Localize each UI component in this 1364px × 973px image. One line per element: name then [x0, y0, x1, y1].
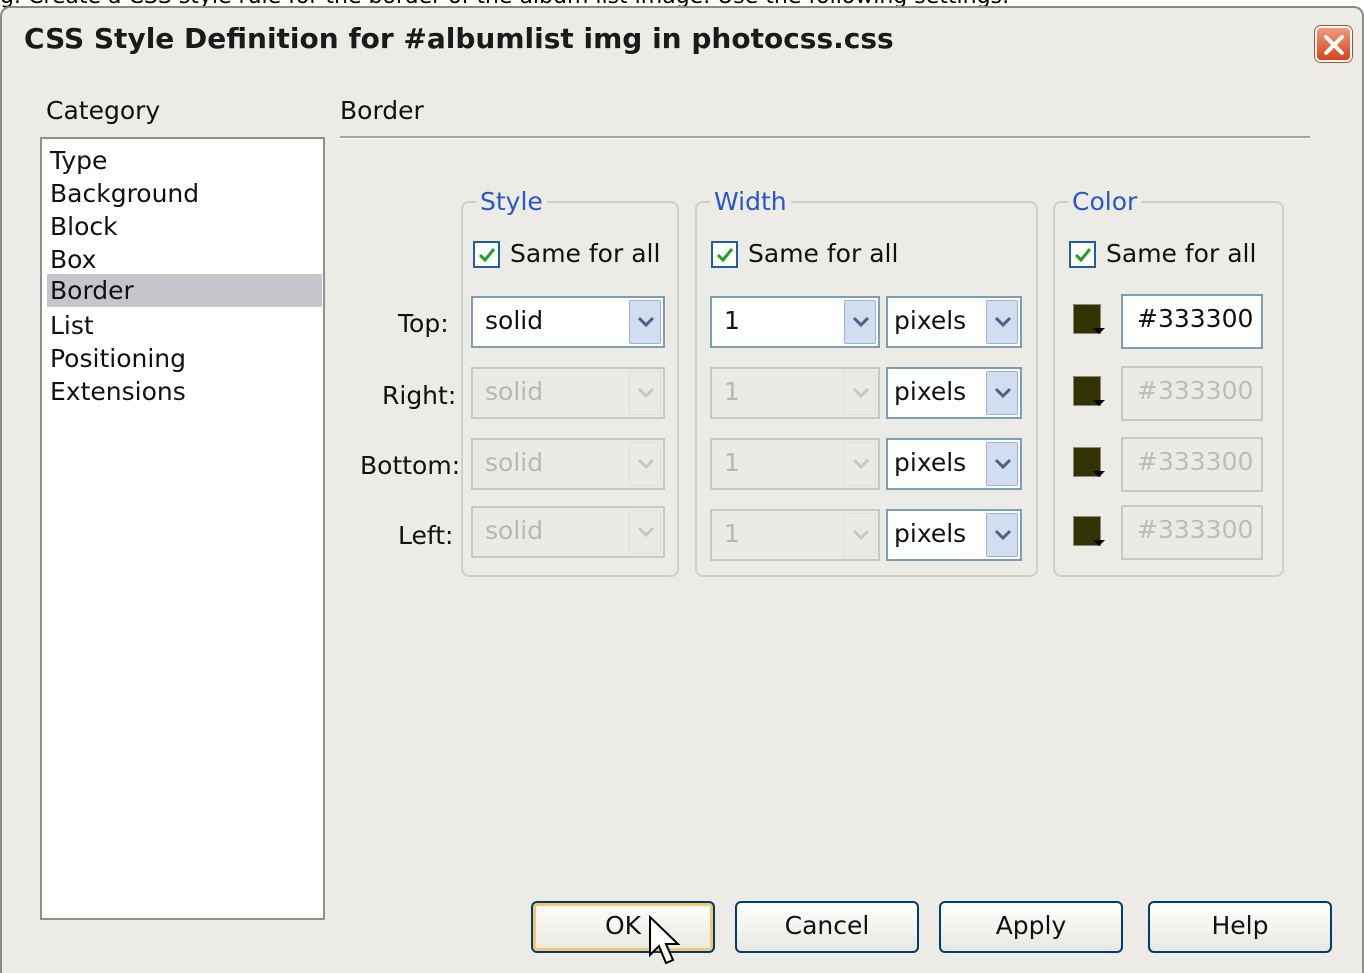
- chevron-down-icon: [629, 510, 661, 554]
- chevron-down-icon: [844, 442, 876, 486]
- style-top-value: solid: [485, 306, 544, 335]
- width-right-unit-select[interactable]: pixels: [886, 367, 1022, 419]
- category-item-border[interactable]: Border: [47, 274, 322, 307]
- cancel-button[interactable]: Cancel: [735, 901, 919, 953]
- chevron-down-icon[interactable]: [986, 300, 1018, 344]
- row-label-left: Left:: [398, 521, 454, 550]
- color-top-field[interactable]: #333300: [1121, 294, 1263, 349]
- chevron-down-icon: [629, 442, 661, 486]
- category-item-positioning[interactable]: Positioning: [47, 342, 322, 375]
- dialog-title: CSS Style Definition for #albumlist img …: [24, 22, 894, 55]
- width-left-unit-select[interactable]: pixels: [886, 509, 1022, 561]
- style-same-for-all-label: Same for all: [510, 239, 661, 268]
- width-bottom-value: 1: [724, 448, 740, 477]
- width-right-value: 1: [724, 377, 740, 406]
- color-top-picker[interactable]: [1066, 298, 1110, 342]
- width-left-unit-value: pixels: [894, 519, 967, 548]
- width-bottom-unit-value: pixels: [894, 448, 967, 477]
- chevron-down-icon: [844, 371, 876, 415]
- width-top-select[interactable]: 1: [710, 296, 880, 348]
- category-item-background[interactable]: Background: [47, 177, 322, 210]
- width-right-select: 1: [710, 367, 880, 419]
- style-same-for-all-checkbox[interactable]: [473, 241, 500, 268]
- color-bottom-field: #333300: [1121, 437, 1263, 492]
- width-top-unit-value: pixels: [894, 306, 967, 335]
- width-left-value: 1: [724, 519, 740, 548]
- category-item-box[interactable]: Box: [47, 243, 322, 276]
- width-left-select: 1: [710, 509, 880, 561]
- style-right-select: solid: [471, 367, 665, 419]
- width-bottom-unit-select[interactable]: pixels: [886, 438, 1022, 490]
- category-item-block[interactable]: Block: [47, 210, 322, 243]
- chevron-down-icon[interactable]: [986, 371, 1018, 415]
- width-top-value: 1: [724, 306, 740, 335]
- color-left-field: #333300: [1121, 505, 1263, 560]
- chevron-down-icon: [844, 513, 876, 557]
- style-left-value: solid: [485, 516, 544, 545]
- width-group-title: Width: [710, 187, 791, 216]
- category-list[interactable]: Type Background Block Box Border List Po…: [40, 137, 325, 920]
- chevron-down-icon[interactable]: [844, 300, 876, 344]
- ok-button[interactable]: OK: [531, 901, 715, 953]
- mouse-cursor-icon: [649, 915, 681, 965]
- style-top-select[interactable]: solid: [471, 296, 665, 348]
- chevron-down-icon[interactable]: [986, 513, 1018, 557]
- panel-divider: [340, 136, 1310, 139]
- style-right-value: solid: [485, 377, 544, 406]
- width-bottom-select: 1: [710, 438, 880, 490]
- color-left-picker[interactable]: [1066, 510, 1110, 554]
- style-bottom-value: solid: [485, 448, 544, 477]
- color-same-for-all-label: Same for all: [1106, 239, 1257, 268]
- close-button[interactable]: [1315, 26, 1352, 62]
- checkmark-icon: [1074, 248, 1092, 263]
- category-label: Category: [46, 96, 161, 125]
- close-icon: [1324, 35, 1344, 55]
- chevron-down-icon[interactable]: [986, 442, 1018, 486]
- apply-button[interactable]: Apply: [939, 901, 1123, 953]
- color-group-title: Color: [1068, 187, 1142, 216]
- checkmark-icon: [478, 248, 496, 263]
- category-item-list[interactable]: List: [47, 309, 322, 342]
- style-bottom-select: solid: [471, 438, 665, 490]
- color-right-field: #333300: [1121, 366, 1263, 421]
- width-right-unit-value: pixels: [894, 377, 967, 406]
- chevron-down-icon[interactable]: [629, 300, 661, 344]
- color-same-for-all-checkbox[interactable]: [1069, 241, 1096, 268]
- width-top-unit-select[interactable]: pixels: [886, 296, 1022, 348]
- panel-title: Border: [340, 96, 424, 125]
- category-item-extensions[interactable]: Extensions: [47, 375, 322, 408]
- style-left-select: solid: [471, 506, 665, 558]
- row-label-bottom: Bottom:: [360, 451, 461, 480]
- checkmark-icon: [716, 248, 734, 263]
- category-item-type[interactable]: Type: [47, 144, 322, 177]
- row-label-top: Top:: [398, 309, 449, 338]
- style-group-title: Style: [476, 187, 547, 216]
- color-bottom-picker[interactable]: [1066, 441, 1110, 485]
- color-right-picker[interactable]: [1066, 370, 1110, 414]
- row-label-right: Right:: [382, 381, 457, 410]
- chevron-down-icon: [629, 371, 661, 415]
- width-same-for-all-label: Same for all: [748, 239, 899, 268]
- help-button[interactable]: Help: [1148, 901, 1332, 953]
- width-same-for-all-checkbox[interactable]: [711, 241, 738, 268]
